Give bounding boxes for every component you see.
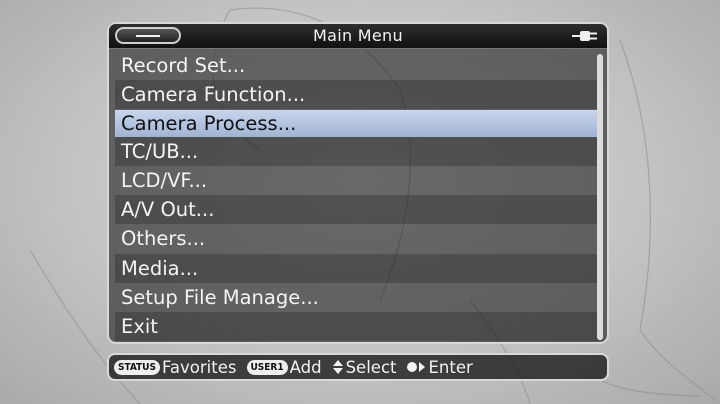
- button-hint-bar: STATUS Favorites USER1 Add Select Enter: [107, 353, 609, 381]
- scrollbar[interactable]: [597, 54, 603, 340]
- menu-item-exit[interactable]: Exit: [115, 311, 599, 341]
- power-plug-icon: [572, 31, 597, 41]
- title-bar: Main Menu: [109, 24, 607, 49]
- scrollbar-thumb[interactable]: [597, 54, 603, 340]
- enter-button-icon: [407, 362, 426, 372]
- hint-select: Select: [332, 357, 397, 377]
- menu-item-av-out[interactable]: A/V Out...: [115, 195, 599, 225]
- menu-list: Record Set... Camera Function... Camera …: [115, 51, 599, 341]
- status-key-icon: STATUS: [114, 359, 160, 375]
- user1-key-icon: USER1: [246, 359, 288, 375]
- menu-item-tc-ub[interactable]: TC/UB...: [115, 137, 599, 167]
- menu-item-camera-function[interactable]: Camera Function...: [115, 80, 599, 110]
- add-label: Add: [289, 357, 322, 377]
- menu-item-record-set[interactable]: Record Set...: [115, 51, 599, 80]
- hint-favorites: STATUS Favorites: [114, 358, 237, 377]
- enter-label: Enter: [428, 357, 473, 377]
- menu-item-media[interactable]: Media...: [115, 253, 599, 283]
- select-label: Select: [345, 357, 397, 377]
- menu-item-lcd-vf[interactable]: LCD/VF...: [115, 166, 599, 195]
- menu-item-others[interactable]: Others...: [115, 224, 599, 253]
- favorites-label: Favorites: [161, 357, 237, 377]
- hint-enter: Enter: [406, 357, 473, 377]
- main-menu-panel: Main Menu Record Set... Camera Function.…: [107, 22, 609, 344]
- menu-item-camera-process[interactable]: Camera Process...: [115, 110, 599, 138]
- hint-add: USER1 Add: [246, 357, 322, 377]
- menu-title: Main Menu: [313, 26, 403, 45]
- up-down-arrow-icon: [332, 360, 343, 374]
- menu-item-setup-file-manage[interactable]: Setup File Manage...: [115, 283, 599, 312]
